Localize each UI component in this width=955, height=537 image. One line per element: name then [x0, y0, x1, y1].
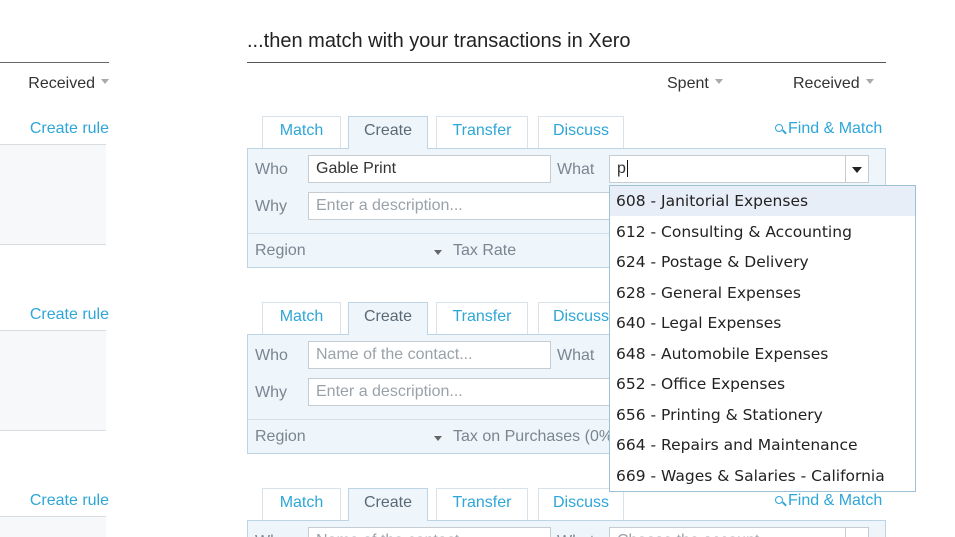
tab-transfer[interactable]: Transfer — [436, 116, 528, 148]
chevron-down-icon — [852, 167, 862, 173]
tab-discuss[interactable]: Discuss — [538, 116, 624, 148]
tab-discuss[interactable]: Discuss — [538, 488, 624, 520]
tax-rate-select[interactable]: Tax on Purchases (0% — [453, 428, 613, 446]
why-input[interactable]: Enter a description... — [308, 192, 618, 220]
text-cursor — [626, 160, 628, 178]
tab-match[interactable]: Match — [262, 116, 341, 148]
tax-rate-select[interactable]: Tax Rate — [453, 242, 516, 260]
tab-match[interactable]: Match — [262, 302, 341, 334]
dropdown-option[interactable]: 656 - Printing & Stationery — [610, 400, 915, 430]
create-rule-link[interactable]: Create rule — [0, 120, 109, 138]
why-label: Why — [255, 384, 287, 401]
page-heading: ...then match with your transactions in … — [247, 30, 631, 52]
why-label: Why — [255, 198, 287, 215]
what-label: What — [557, 533, 594, 537]
create-transaction-card: Who Name of the contact... What Choose t… — [247, 520, 886, 537]
sort-caret-icon — [865, 79, 874, 85]
search-icon — [775, 496, 783, 504]
left-statement-panel — [0, 144, 106, 245]
who-input[interactable]: Name of the contact... — [308, 527, 551, 537]
region-select[interactable]: Region — [255, 242, 306, 260]
dropdown-option[interactable]: 648 - Automobile Expenses — [610, 339, 915, 369]
what-account-input[interactable]: p — [609, 155, 847, 183]
dropdown-option[interactable]: 628 - General Expenses — [610, 278, 915, 308]
tab-match[interactable]: Match — [262, 488, 341, 520]
dropdown-option[interactable]: 664 - Repairs and Maintenance — [610, 430, 915, 460]
tab-create[interactable]: Create — [348, 302, 428, 335]
spent-column-header[interactable]: Spent — [667, 75, 723, 93]
received-column-header[interactable]: Received — [793, 75, 874, 93]
search-icon — [775, 124, 783, 132]
create-rule-link[interactable]: Create rule — [0, 306, 109, 324]
dropdown-option[interactable]: 608 - Janitorial Expenses — [610, 186, 915, 216]
left-statement-panel — [0, 330, 106, 431]
tab-create[interactable]: Create — [348, 116, 428, 149]
tab-transfer[interactable]: Transfer — [436, 302, 528, 334]
tab-create[interactable]: Create — [348, 488, 428, 521]
dropdown-option[interactable]: 640 - Legal Expenses — [610, 308, 915, 338]
account-dropdown-toggle[interactable] — [845, 155, 869, 183]
what-label: What — [557, 347, 595, 364]
account-dropdown-list: 608 - Janitorial Expenses 612 - Consulti… — [609, 185, 916, 492]
create-rule-link[interactable]: Create rule — [0, 492, 109, 510]
left-received-column-header[interactable]: Received — [0, 75, 109, 93]
left-divider — [0, 62, 109, 63]
why-input[interactable]: Enter a description... — [308, 378, 618, 406]
sort-caret-icon — [101, 79, 109, 85]
what-label: What — [557, 161, 595, 178]
sort-caret-icon — [714, 79, 723, 85]
what-account-input[interactable]: Choose the account... — [609, 527, 847, 537]
account-dropdown-toggle[interactable] — [845, 527, 869, 537]
who-input[interactable]: Name of the contact... — [308, 341, 551, 369]
who-label: Who — [255, 161, 288, 178]
dropdown-option[interactable]: 652 - Office Expenses — [610, 369, 915, 399]
tab-transfer[interactable]: Transfer — [436, 488, 528, 520]
who-label: Who — [255, 533, 288, 537]
chevron-down-icon — [434, 436, 442, 441]
dropdown-option[interactable]: 624 - Postage & Delivery — [610, 247, 915, 277]
dropdown-option[interactable]: 669 - Wages & Salaries - California — [610, 461, 915, 491]
find-match-link[interactable]: Find & Match — [775, 120, 882, 138]
find-match-link[interactable]: Find & Match — [775, 492, 882, 510]
who-label: Who — [255, 347, 288, 364]
dropdown-option[interactable]: 612 - Consulting & Accounting — [610, 217, 915, 247]
who-input[interactable]: Gable Print — [308, 155, 551, 183]
heading-divider — [247, 62, 886, 63]
region-select[interactable]: Region — [255, 428, 306, 446]
left-statement-panel — [0, 516, 106, 537]
chevron-down-icon — [434, 250, 442, 255]
